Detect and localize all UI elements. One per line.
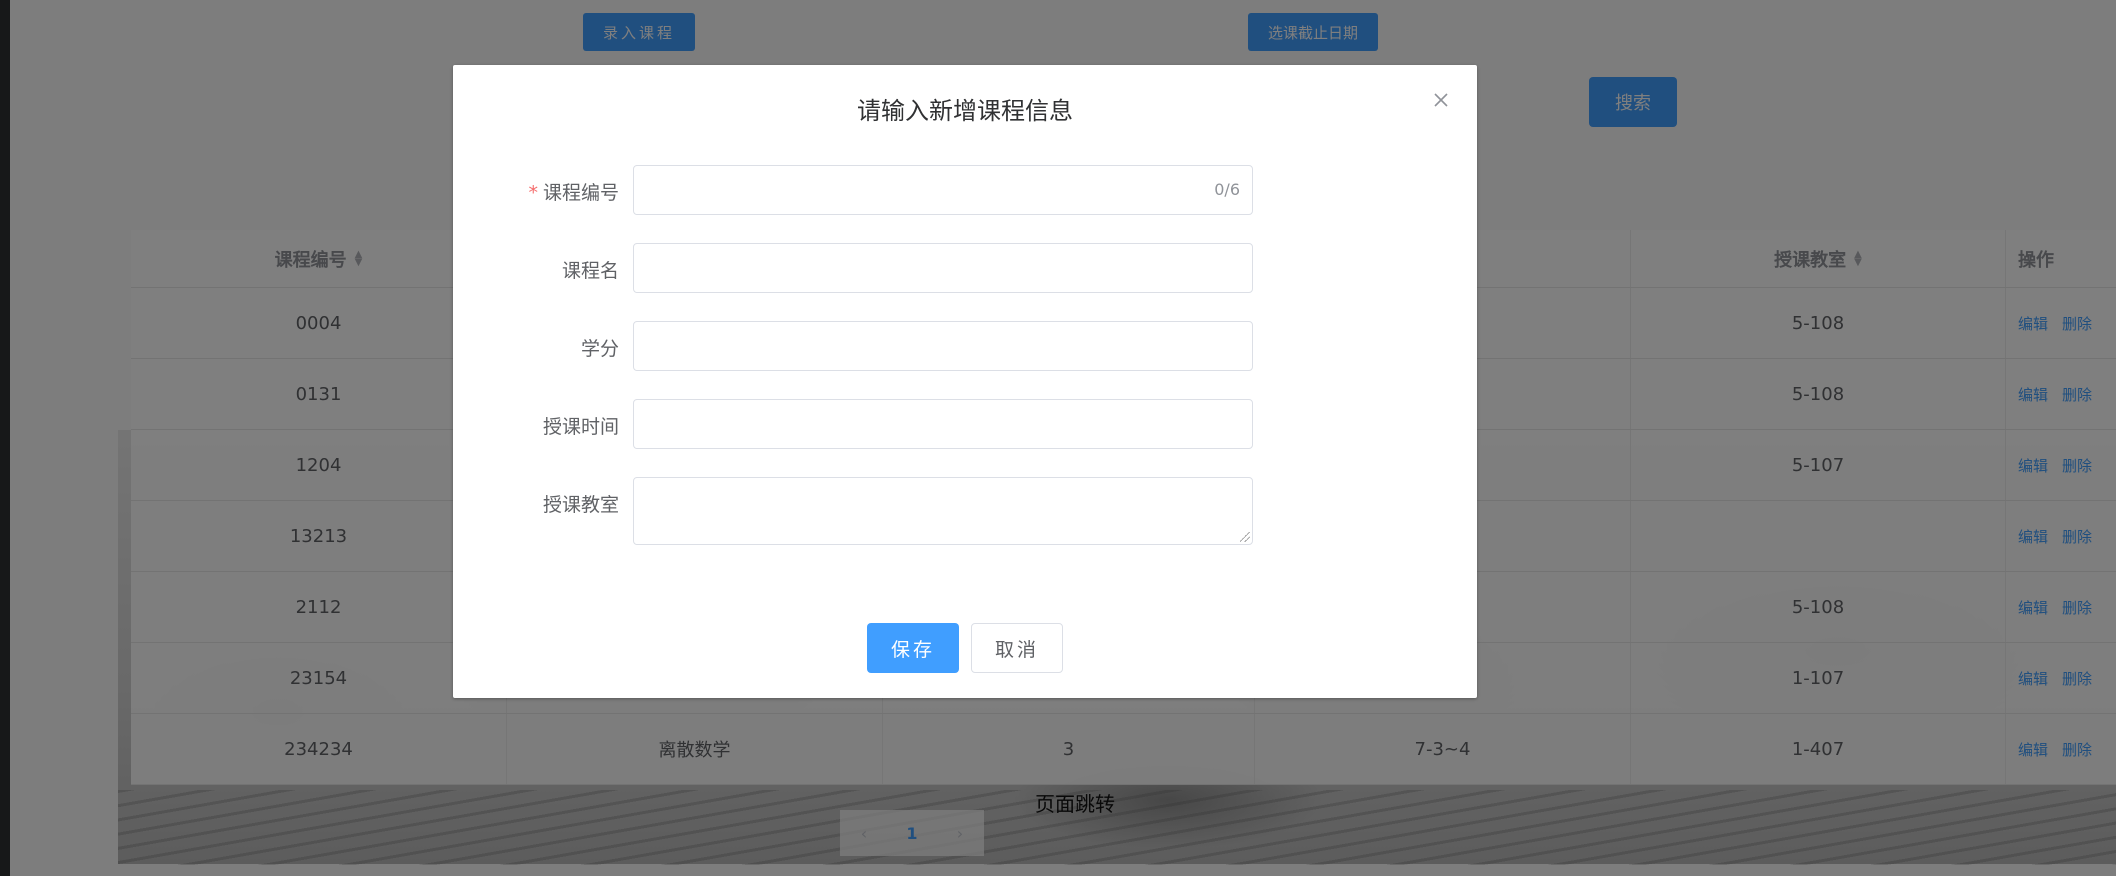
close-icon-glyph: [1434, 93, 1448, 107]
resize-handle-icon[interactable]: [1240, 532, 1250, 542]
field-label: * 课程编号: [528, 182, 619, 204]
dialog-title: 请输入新增课程信息: [857, 97, 1073, 125]
field-label: 授课教室: [542, 494, 619, 516]
char-counter: 0/6: [1214, 180, 1240, 199]
course-name-input[interactable]: [633, 243, 1253, 293]
cancel-button[interactable]: 取消: [971, 623, 1063, 673]
close-icon[interactable]: [1428, 87, 1454, 113]
classroom-textarea[interactable]: [633, 477, 1253, 545]
field-label: 学分: [580, 338, 619, 360]
required-asterisk: *: [528, 182, 538, 204]
field-label: 授课时间: [542, 416, 619, 438]
class-time-input[interactable]: [633, 399, 1253, 449]
course-id-input[interactable]: 0/6: [633, 165, 1253, 215]
save-button[interactable]: 保存: [867, 623, 959, 673]
field-label: 课程名: [561, 260, 619, 282]
credit-input[interactable]: [633, 321, 1253, 371]
add-course-dialog: 请输入新增课程信息 * 课程编号 0/6 课程名 学分 授课时间 授课教室 保存 …: [453, 65, 1477, 698]
